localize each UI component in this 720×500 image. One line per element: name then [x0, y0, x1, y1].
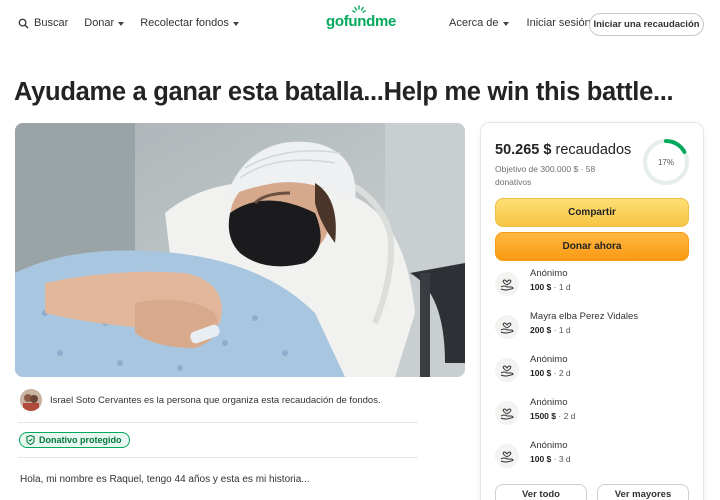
progress-ring: 17% [641, 137, 691, 192]
raised-amount: 50.265 $ [495, 142, 552, 158]
raised-summary: 50.265 $ recaudados [495, 142, 631, 158]
donor-name: Anónimo [530, 268, 568, 279]
donation-item: Mayra elba Perez Vidales 200 $ · 1 d [495, 311, 638, 339]
donor-name: Mayra elba Perez Vidales [530, 311, 639, 322]
donation-amount: 1500 $ [530, 411, 556, 421]
organizer-text: Israel Soto Cervantes es la persona que … [50, 394, 381, 406]
donation-meta: 100 $ · 2 d [530, 368, 571, 378]
donor-hand-heart-icon [495, 358, 519, 382]
donation-item: Anónimo 100 $ · 2 d [495, 354, 571, 382]
fundraise-menu[interactable]: Recolectar fondos [140, 17, 239, 29]
progress-label: 17% [658, 158, 674, 167]
donate-menu[interactable]: Donar [84, 17, 125, 29]
donation-meta: 100 $ · 3 d [530, 454, 571, 464]
nav-left: Buscar Donar Recolectar fondos [18, 17, 255, 29]
avatar[interactable] [20, 389, 42, 411]
donate-now-button[interactable]: Donar ahora [495, 232, 689, 261]
donation-time: 2 d [563, 411, 576, 421]
donation-amount: 100 $ [530, 454, 552, 464]
search-icon [18, 18, 29, 29]
top-nav: Buscar Donar Recolectar fondos gofundme … [0, 0, 720, 50]
logo-sun-icon [352, 5, 366, 13]
logo-text: gofundme [326, 13, 397, 30]
organizer-row: Israel Soto Cervantes es la persona que … [20, 389, 381, 411]
donation-amount: 100 $ [530, 368, 552, 378]
donor-name: Anónimo [530, 440, 568, 451]
story-text: Hola, mi nombre es Raquel, tengo 44 años… [20, 474, 310, 485]
donor-hand-heart-icon [495, 401, 519, 425]
signin-label: Iniciar sesión [526, 17, 591, 29]
chevron-down-icon [232, 21, 239, 26]
fundraise-menu-label: Recolectar fondos [140, 17, 229, 29]
start-fundraiser-button[interactable]: Iniciar una recaudación [589, 13, 704, 36]
divider [18, 457, 418, 458]
goal-text: Objetivo de 300.000 $ [495, 164, 579, 174]
signin-link[interactable]: Iniciar sesión [527, 17, 591, 29]
about-menu-label: Acerca de [449, 17, 499, 29]
donation-amount: 100 $ [530, 282, 552, 292]
page-title: Ayudame a ganar esta batalla...Help me w… [14, 78, 674, 106]
campaign-photo[interactable] [15, 123, 465, 377]
gofundme-logo[interactable]: gofundme [326, 5, 397, 30]
donor-hand-heart-icon [495, 315, 519, 339]
chevron-down-icon [502, 21, 509, 26]
protected-badge[interactable]: Donativo protegido [19, 432, 130, 448]
search-link[interactable]: Buscar [18, 17, 68, 29]
donation-item: Anónimo 1500 $ · 2 d [495, 397, 575, 425]
donor-name: Anónimo [530, 397, 568, 408]
hospital-patient-illustration [15, 123, 465, 377]
chevron-down-icon [118, 21, 125, 26]
donation-time: 3 d [558, 454, 571, 464]
avatar-image [20, 389, 42, 411]
donation-card: 50.265 $ recaudados Objetivo de 300.000 … [480, 122, 704, 500]
about-menu[interactable]: Acerca de [449, 17, 509, 29]
donation-item: Anónimo 100 $ · 3 d [495, 440, 571, 468]
donation-time: 1 d [558, 282, 571, 292]
goal-summary: Objetivo de 300.000 $ · 58 donativos [495, 164, 596, 187]
shield-icon [26, 435, 35, 445]
donation-item: Anónimo 100 $ · 1 d [495, 268, 571, 296]
donor-name: Anónimo [530, 354, 568, 365]
donate-menu-label: Donar [84, 17, 115, 29]
donation-meta: 100 $ · 1 d [530, 282, 571, 292]
donation-amount: 200 $ [530, 325, 552, 335]
donor-hand-heart-icon [495, 444, 519, 468]
donation-meta: 200 $ · 1 d [530, 325, 571, 335]
protected-label: Donativo protegido [39, 435, 122, 445]
donation-meta: 1500 $ · 2 d [530, 411, 576, 421]
nav-right: Acerca de Iniciar sesión [449, 17, 609, 29]
search-label: Buscar [34, 17, 69, 29]
raised-label: recaudados [555, 142, 632, 158]
see-top-button[interactable]: Ver mayores [597, 484, 689, 500]
donation-time: 2 d [558, 368, 571, 378]
divider [18, 422, 418, 423]
donation-time: 1 d [558, 325, 571, 335]
see-all-button[interactable]: Ver todo [495, 484, 587, 500]
share-button[interactable]: Compartir [495, 198, 689, 227]
donor-hand-heart-icon [495, 272, 519, 296]
